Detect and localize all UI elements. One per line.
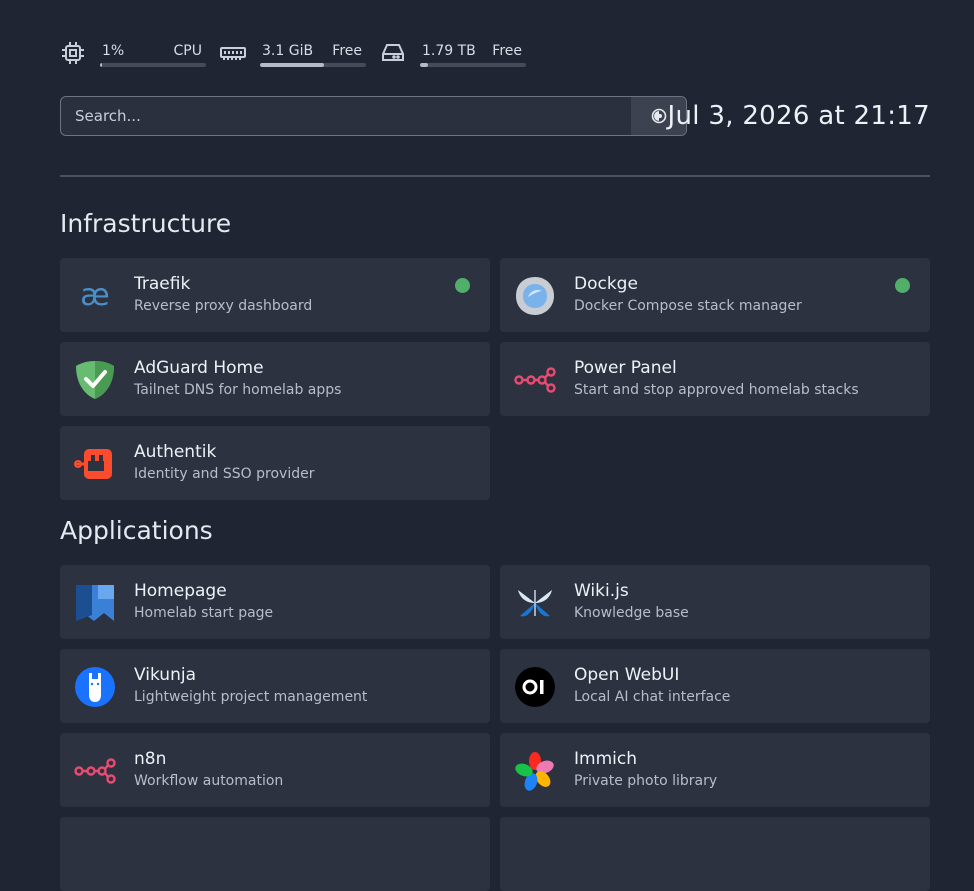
search-input[interactable]: Search...: [61, 97, 631, 135]
service-name: Immich: [574, 749, 637, 769]
service-description: Local AI chat interface: [574, 689, 731, 705]
service-description: Lightweight project management: [134, 689, 368, 705]
search-provider-icon: [651, 108, 666, 124]
service-description: Tailnet DNS for homelab apps: [134, 382, 342, 398]
memory-icon: [220, 40, 246, 66]
disk-widget: 1.79 TB Free: [380, 40, 526, 70]
n8n-icon: [74, 750, 116, 792]
service-name: Wiki.js: [574, 581, 629, 601]
status-indicator: [455, 278, 470, 293]
disk-icon: [380, 40, 406, 66]
memory-usage-bar: [260, 63, 366, 67]
service-card-adguard-home[interactable]: AdGuard Home Tailnet DNS for homelab app…: [60, 342, 490, 416]
cpu-value: 1%: [102, 43, 125, 59]
svg-text:æ: æ: [80, 278, 109, 313]
cpu-label: CPU: [173, 43, 202, 59]
service-card-homepage[interactable]: Homepage Homelab start page: [60, 565, 490, 639]
service-name: Power Panel: [574, 358, 677, 378]
service-name: n8n: [134, 749, 167, 769]
service-description: Identity and SSO provider: [134, 466, 315, 482]
service-description: Reverse proxy dashboard: [134, 298, 313, 314]
section-title-infrastructure: Infrastructure: [60, 209, 232, 238]
disk-usage-bar: [420, 63, 526, 67]
resource-widgets: 1% CPU 3.1 GiB Free 1.79 TB Free: [60, 40, 540, 70]
service-name: Open WebUI: [574, 665, 680, 685]
n8n-icon: [514, 359, 556, 401]
service-card-traefik[interactable]: æ Traefik Reverse proxy dashboard: [60, 258, 490, 332]
homepage-icon: [74, 582, 116, 624]
service-card-vikunja[interactable]: Vikunja Lightweight project management: [60, 649, 490, 723]
disk-label: Free: [492, 43, 522, 59]
wikijs-icon: [514, 582, 556, 624]
service-description: Docker Compose stack manager: [574, 298, 802, 314]
service-card-n8n[interactable]: n8n Workflow automation: [60, 733, 490, 807]
service-card-power-panel[interactable]: Power Panel Start and stop approved home…: [500, 342, 930, 416]
service-name: Vikunja: [134, 665, 196, 685]
search-bar: Search...: [60, 96, 687, 136]
immich-icon: [514, 750, 556, 792]
cpu-widget: 1% CPU: [60, 40, 206, 70]
service-name: AdGuard Home: [134, 358, 264, 378]
datetime-display: Jul 3, 2026 at 21:17: [667, 101, 930, 131]
service-card-partial[interactable]: [500, 817, 930, 891]
divider: [60, 175, 930, 177]
memory-label: Free: [332, 43, 362, 59]
authentik-icon: [74, 443, 116, 485]
traefik-icon: æ: [74, 275, 116, 317]
service-name: Authentik: [134, 442, 217, 462]
service-name: Homepage: [134, 581, 227, 601]
service-card-wikijs[interactable]: Wiki.js Knowledge base: [500, 565, 930, 639]
section-title-applications: Applications: [60, 516, 213, 545]
memory-value: 3.1 GiB: [262, 43, 314, 59]
service-description: Start and stop approved homelab stacks: [574, 382, 859, 398]
service-name: Dockge: [574, 274, 638, 294]
service-card-open-webui[interactable]: Open WebUI Local AI chat interface: [500, 649, 930, 723]
service-name: Traefik: [134, 274, 191, 294]
service-card-dockge[interactable]: Dockge Docker Compose stack manager: [500, 258, 930, 332]
service-description: Workflow automation: [134, 773, 284, 789]
service-description: Private photo library: [574, 773, 718, 789]
memory-widget: 3.1 GiB Free: [220, 40, 366, 70]
service-description: Homelab start page: [134, 605, 274, 621]
service-description: Knowledge base: [574, 605, 689, 621]
cpu-icon: [60, 40, 86, 66]
vikunja-icon: [74, 666, 116, 708]
service-card-authentik[interactable]: Authentik Identity and SSO provider: [60, 426, 490, 500]
dockge-icon: [514, 275, 556, 317]
cpu-usage-bar: [100, 63, 206, 67]
status-indicator: [895, 278, 910, 293]
service-card-immich[interactable]: Immich Private photo library: [500, 733, 930, 807]
service-card-partial[interactable]: [60, 817, 490, 891]
openwebui-icon: [514, 666, 556, 708]
adguard-icon: [74, 359, 116, 401]
disk-value: 1.79 TB: [422, 43, 476, 59]
